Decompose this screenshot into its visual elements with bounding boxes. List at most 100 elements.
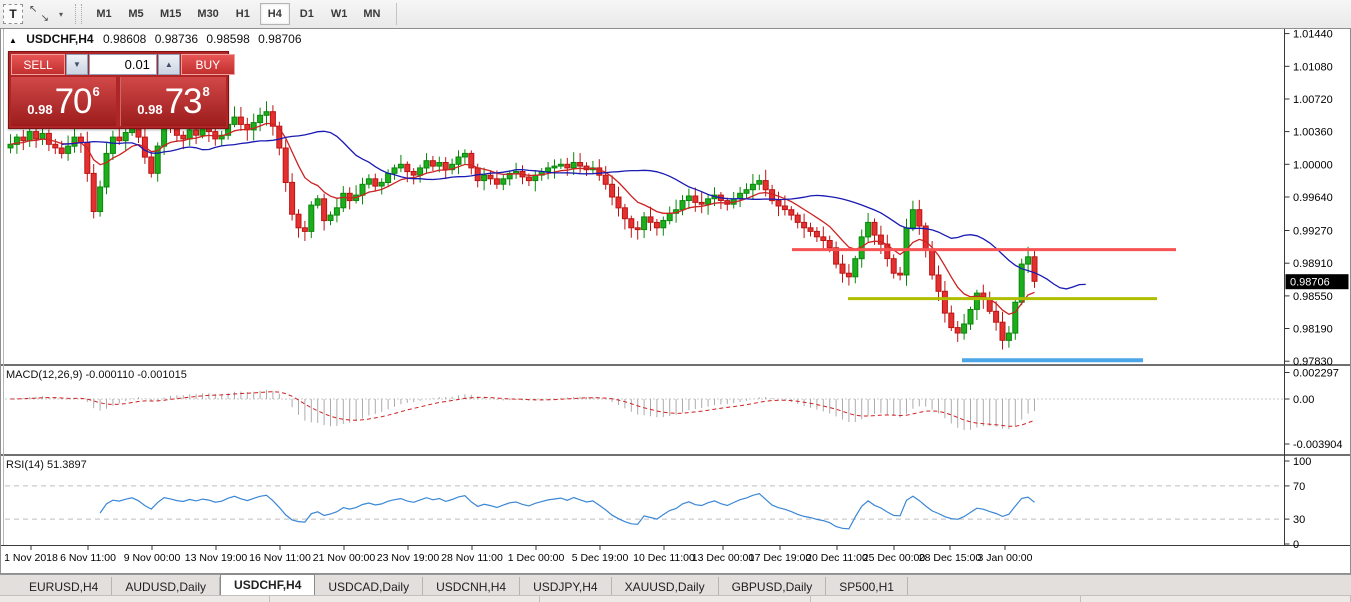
candle-body [373, 179, 378, 186]
candle-body [456, 157, 461, 164]
candle-body [610, 184, 615, 197]
candle-body [936, 275, 941, 291]
candle-body [846, 273, 851, 277]
chart-tab-xauusd-daily[interactable]: XAUUSD,Daily [612, 577, 719, 596]
sell-price-display[interactable]: 0.98 70 6 [11, 77, 116, 126]
chart-tabs-bar: EURUSD,H4AUDUSD,DailyUSDCHF,H4USDCAD,Dai… [0, 574, 1351, 596]
date-tick-label: 9 Nov 00:00 [124, 552, 181, 564]
price-tick-label: 0.99640 [1293, 192, 1333, 204]
sell-price-big: 70 [55, 79, 92, 125]
status-cell [270, 596, 540, 602]
candle-body [802, 222, 807, 227]
candle-body [21, 137, 26, 141]
timeframe-button-m30[interactable]: M30 [190, 3, 225, 25]
candle-body [514, 172, 519, 174]
chart-tab-eurusd-h4[interactable]: EURUSD,H4 [16, 577, 112, 596]
candle-body [411, 172, 416, 176]
candle-body [962, 324, 967, 333]
ohlc-values: 0.98608 0.98736 0.98598 0.98706 [103, 32, 307, 46]
price-tick-label: 0.97830 [1293, 356, 1333, 368]
price-tick-label: 0.98190 [1293, 324, 1333, 336]
candle-body [942, 291, 947, 313]
timeframe-button-h4[interactable]: H4 [260, 3, 290, 25]
arrow-nw-icon: ↖ [29, 4, 37, 15]
timeframe-button-w1[interactable]: W1 [324, 3, 355, 25]
date-tick-label: 1 Nov 2018 [4, 552, 58, 564]
timeframe-button-mn[interactable]: MN [356, 3, 387, 25]
candle-body [283, 148, 288, 183]
candle-body [827, 241, 832, 248]
candle-body [117, 137, 122, 141]
sell-button[interactable]: SELL [11, 54, 65, 75]
candle-body [750, 184, 755, 189]
candle-body [782, 206, 787, 210]
candle-body [642, 217, 647, 230]
candle-body [418, 168, 423, 175]
chart-title: ▲ USDCHF,H4 0.98608 0.98736 0.98598 0.98… [9, 32, 307, 46]
candle-body [379, 182, 384, 186]
timeframe-button-m5[interactable]: M5 [121, 3, 151, 25]
chart-tab-audusd-daily[interactable]: AUDUSD,Daily [112, 577, 220, 596]
date-tick-label: 28 Nov 11:00 [441, 552, 503, 564]
toolbar: T ↖ ↘ ▾ M1M5M15M30H1H4D1W1MN [0, 0, 1351, 29]
candle-body [808, 228, 813, 232]
volume-increase-button[interactable]: ▲ [158, 54, 180, 75]
candle-body [629, 219, 634, 228]
timeframe-button-m1[interactable]: M1 [89, 3, 119, 25]
chart-tab-usdcad-daily[interactable]: USDCAD,Daily [315, 577, 423, 596]
toolbar-separator [396, 3, 397, 25]
chart-tab-usdchf-h4[interactable]: USDCHF,H4 [220, 574, 315, 596]
candle-body [258, 115, 263, 122]
candle-body [891, 259, 896, 274]
date-tick-label: 3 Jan 00:00 [978, 552, 1033, 564]
candle-body [334, 208, 339, 215]
date-tick-label: 17 Dec 19:00 [749, 552, 812, 564]
chart-tab-usdcnh-h4[interactable]: USDCNH,H4 [423, 577, 520, 596]
date-tick-label: 21 Nov 00:00 [313, 552, 376, 564]
candle-body [603, 175, 608, 184]
text-tool-icon: T [9, 7, 16, 21]
candle-body [821, 237, 826, 241]
candle-body [795, 215, 800, 222]
price-tick-label: 1.00000 [1293, 159, 1333, 171]
candle-body [872, 222, 877, 235]
candle-body [72, 137, 77, 146]
macd-tick-label: -0.003904 [1293, 439, 1343, 451]
tool-dropdown-caret[interactable]: ▾ [55, 4, 67, 24]
buy-button[interactable]: BUY [181, 54, 235, 75]
candle-body [34, 132, 39, 139]
candle-body [110, 137, 115, 153]
candle-body [789, 210, 794, 215]
candle-body [968, 310, 973, 325]
candle-body [91, 173, 96, 211]
candle-body [686, 196, 691, 201]
timeframe-button-d1[interactable]: D1 [292, 3, 322, 25]
sell-price-prefix: 0.98 [27, 102, 52, 117]
status-cell [811, 596, 1081, 602]
date-tick-label: 25 Dec 00:00 [863, 552, 926, 564]
buy-price-prefix: 0.98 [137, 102, 162, 117]
rsi-value: 51.3897 [47, 459, 87, 471]
arrow-se-icon: ↘ [41, 13, 49, 24]
collapse-panel-icon[interactable]: ▲ [9, 36, 17, 45]
candle-body [546, 168, 551, 172]
text-tool-button[interactable]: T [3, 4, 23, 24]
candle-body [296, 214, 301, 228]
chart-tab-usdjpy-h4[interactable]: USDJPY,H4 [520, 577, 611, 596]
timeframe-button-m15[interactable]: M15 [153, 3, 188, 25]
chart-tab-sp500-h1[interactable]: SP500,H1 [826, 577, 908, 596]
candle-body [558, 164, 563, 166]
volume-input[interactable] [89, 54, 157, 75]
candle-body [680, 201, 685, 210]
candle-body [430, 161, 435, 166]
rsi-name: RSI(14) [6, 459, 44, 471]
volume-decrease-button[interactable]: ▼ [66, 54, 88, 75]
buy-price-display[interactable]: 0.98 73 8 [120, 77, 226, 126]
chart-shift-button[interactable]: ↖ ↘ [26, 4, 52, 24]
date-tick-label: 23 Nov 19:00 [377, 552, 440, 564]
chart-tab-gbpusd-daily[interactable]: GBPUSD,Daily [719, 577, 827, 596]
candle-body [59, 148, 64, 153]
candle-body [488, 175, 493, 179]
candle-body [78, 137, 83, 142]
timeframe-button-h1[interactable]: H1 [228, 3, 258, 25]
